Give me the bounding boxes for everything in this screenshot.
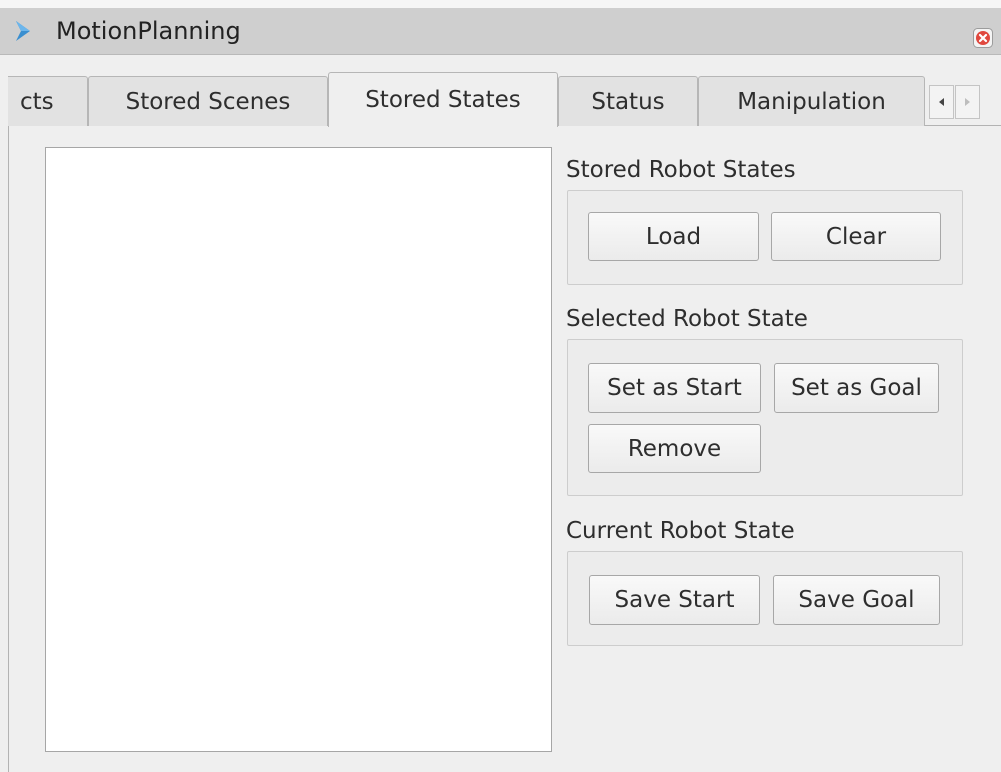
window-title: MotionPlanning bbox=[56, 17, 241, 45]
stored-states-list[interactable] bbox=[45, 147, 552, 752]
tab-stored-states[interactable]: Stored States bbox=[328, 72, 558, 127]
current-robot-state-title: Current Robot State bbox=[566, 518, 795, 544]
tab-status[interactable]: Status bbox=[558, 76, 698, 126]
tab-scroll-left[interactable] bbox=[929, 85, 954, 119]
title-bar: MotionPlanning bbox=[0, 8, 1001, 55]
clear-button[interactable]: Clear bbox=[771, 212, 941, 261]
selected-robot-state-title: Selected Robot State bbox=[566, 306, 808, 332]
selected-robot-state-group: Set as Start Set as Goal Remove bbox=[567, 339, 963, 496]
tab-label: Manipulation bbox=[737, 89, 886, 115]
tab-manipulation[interactable]: Manipulation bbox=[698, 76, 925, 126]
set-as-start-button[interactable]: Set as Start bbox=[588, 363, 761, 413]
stored-robot-states-group: Load Clear bbox=[567, 190, 963, 285]
tab-label: Stored States bbox=[365, 87, 521, 113]
stored-robot-states-title: Stored Robot States bbox=[566, 157, 796, 183]
save-goal-button[interactable]: Save Goal bbox=[773, 575, 940, 625]
caret-left-icon bbox=[939, 98, 944, 106]
current-robot-state-group: Save Start Save Goal bbox=[567, 551, 963, 646]
tab-label: cts bbox=[20, 89, 54, 115]
load-button[interactable]: Load bbox=[588, 212, 759, 261]
window-top-edge bbox=[0, 0, 1001, 8]
tab-label: Status bbox=[591, 89, 665, 115]
remove-button[interactable]: Remove bbox=[588, 424, 761, 473]
tab-label: Stored Scenes bbox=[125, 89, 291, 115]
caret-right-icon bbox=[965, 98, 970, 106]
chevron-right-icon bbox=[16, 21, 30, 41]
tab-scroll-buttons bbox=[929, 85, 981, 119]
save-start-button[interactable]: Save Start bbox=[589, 575, 760, 625]
tab-objects[interactable]: cts bbox=[8, 76, 88, 126]
tab-scroll-right[interactable] bbox=[955, 85, 980, 119]
set-as-goal-button[interactable]: Set as Goal bbox=[774, 363, 939, 413]
close-icon[interactable] bbox=[973, 28, 993, 48]
tab-stored-scenes[interactable]: Stored Scenes bbox=[88, 76, 328, 126]
